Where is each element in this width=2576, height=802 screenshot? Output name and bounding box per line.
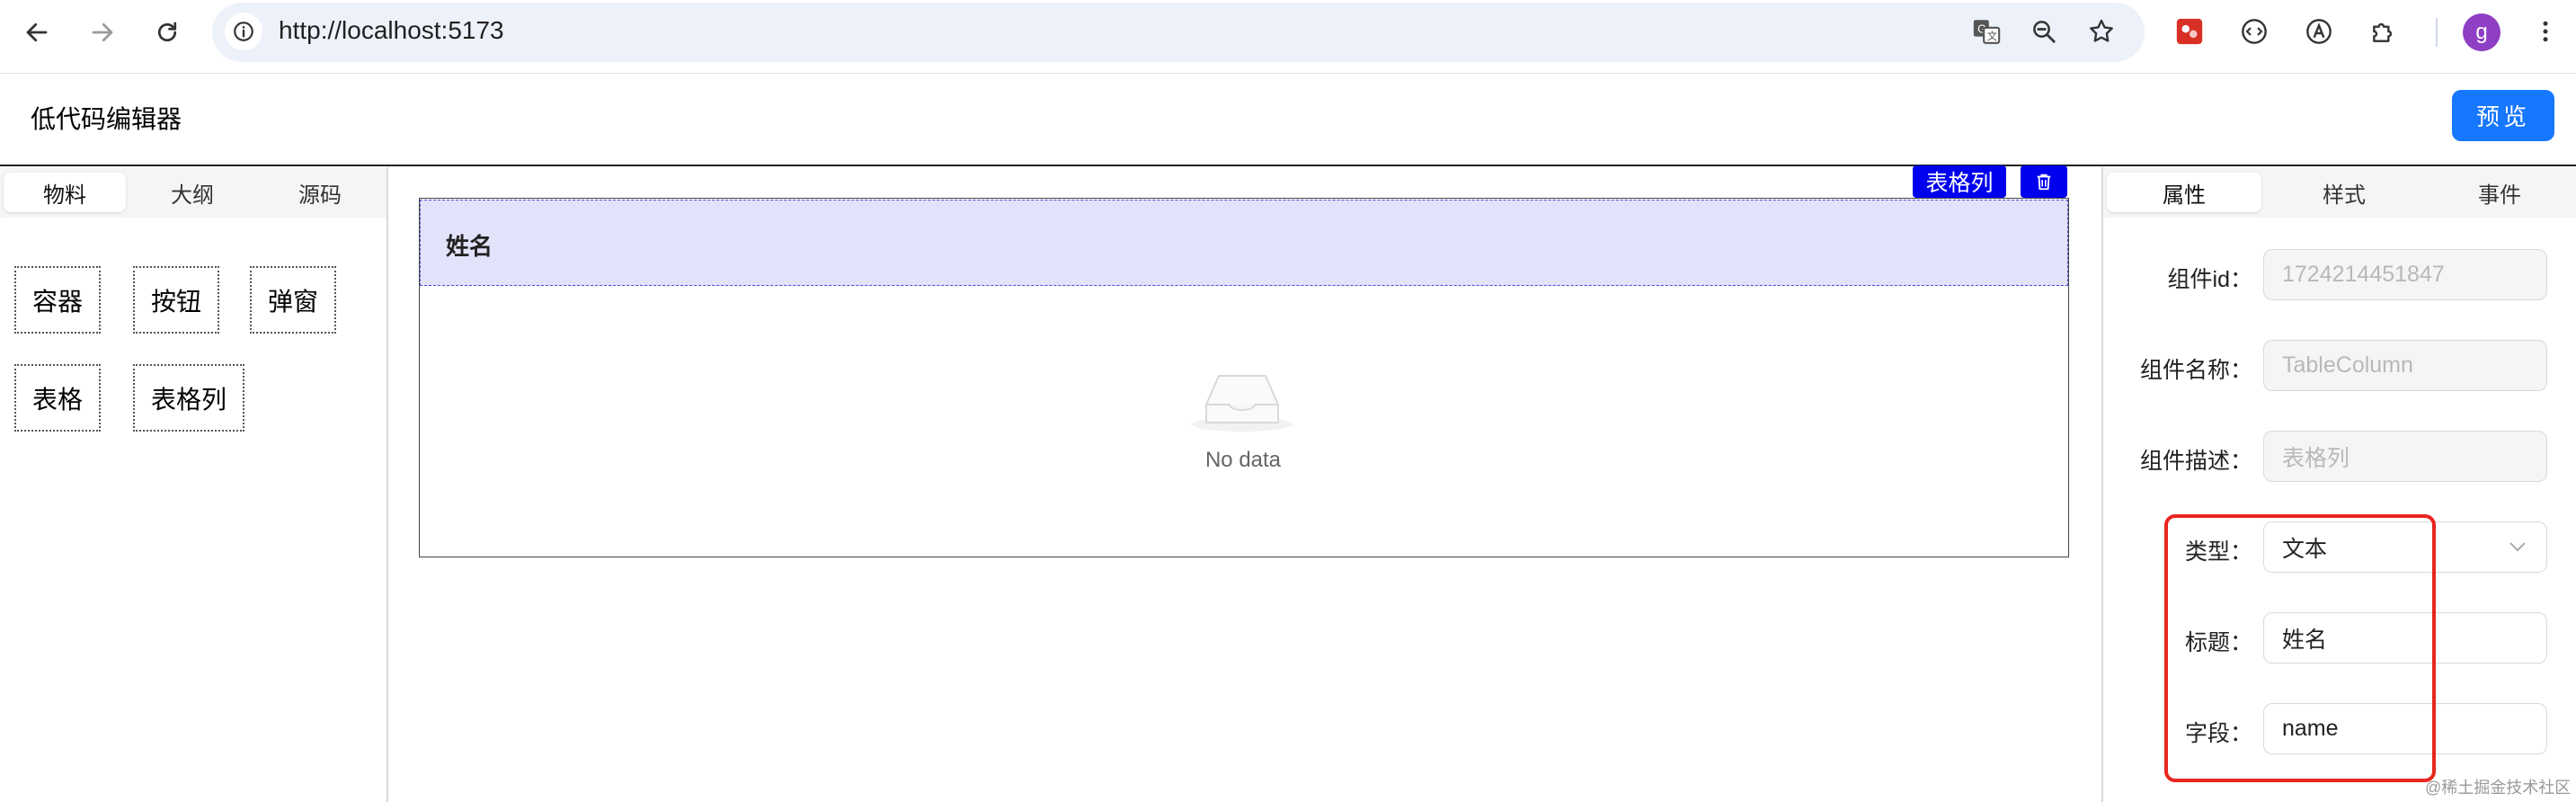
selected-component-label: 表格列 xyxy=(1913,165,2006,198)
component-container[interactable]: 容器 xyxy=(14,266,101,334)
component-id-input[interactable]: 1724214451847 xyxy=(2263,249,2547,300)
zoom-button[interactable] xyxy=(2021,8,2067,55)
extensions-button[interactable] xyxy=(2360,8,2407,55)
column-header-name[interactable]: 姓名 xyxy=(446,228,493,262)
extension-a-icon xyxy=(2306,19,2332,44)
extension-code-icon xyxy=(2242,19,2267,44)
component-desc-input[interactable]: 表格列 xyxy=(2263,431,2547,482)
table-header-selected[interactable] xyxy=(420,200,2068,286)
tab-source[interactable]: 源码 xyxy=(259,173,381,212)
component-modal[interactable]: 弹窗 xyxy=(250,266,336,334)
forward-arrow-icon xyxy=(92,22,113,42)
component-name-input[interactable]: TableColumn xyxy=(2263,340,2547,391)
component-button[interactable]: 按钮 xyxy=(133,266,219,334)
watermark: @稀土掘金技术社区 xyxy=(2425,779,2572,797)
puzzle-icon xyxy=(2373,22,2393,42)
reload-button[interactable] xyxy=(144,9,191,56)
trash-icon xyxy=(2037,174,2051,191)
field-label-name: 组件名称： xyxy=(2139,358,2252,383)
preview-button[interactable]: 预览 xyxy=(2452,90,2554,141)
empty-text: No data xyxy=(1204,448,1282,472)
field-label-id: 组件id： xyxy=(2167,267,2252,292)
zoom-icon xyxy=(2033,21,2056,43)
forward-button[interactable] xyxy=(79,9,126,56)
tab-styles[interactable]: 样式 xyxy=(2267,173,2421,212)
right-panel-divider[interactable] xyxy=(2101,167,2103,802)
extension-2-button[interactable] xyxy=(2231,8,2278,55)
tab-outline[interactable]: 大纲 xyxy=(131,173,253,212)
tab-properties[interactable]: 属性 xyxy=(2107,173,2261,212)
back-arrow-icon xyxy=(26,22,48,42)
toolbar-separator xyxy=(2436,18,2438,47)
component-table-column[interactable]: 表格列 xyxy=(133,364,244,432)
translate-icon: G文 xyxy=(1973,20,2001,44)
back-button[interactable] xyxy=(13,9,60,56)
field-label-desc: 组件描述： xyxy=(2139,449,2252,474)
profile-avatar[interactable]: g xyxy=(2463,13,2500,51)
extension-1-button[interactable] xyxy=(2166,8,2213,55)
site-info-icon xyxy=(234,22,253,41)
component-table[interactable]: 表格 xyxy=(14,364,101,432)
browser-menu-button[interactable] xyxy=(2522,8,2569,55)
empty-inbox-icon xyxy=(1192,375,1292,432)
tab-materials[interactable]: 物料 xyxy=(4,173,126,212)
extension-3-button[interactable] xyxy=(2296,8,2342,55)
app-title: 低代码编辑器 xyxy=(31,105,182,133)
bookmark-star-icon xyxy=(2090,19,2113,42)
delete-component-button[interactable] xyxy=(2021,165,2067,198)
url-text[interactable]: http://localhost:5173 xyxy=(279,16,504,45)
header-divider xyxy=(0,165,2576,166)
bookmark-button[interactable] xyxy=(2078,8,2125,55)
left-panel-divider[interactable] xyxy=(386,167,388,802)
tab-events[interactable]: 事件 xyxy=(2427,173,2572,212)
site-info-button[interactable] xyxy=(225,13,262,50)
reload-icon xyxy=(157,22,177,42)
chevron-down-icon xyxy=(2509,542,2526,552)
svg-text:文: 文 xyxy=(1987,30,1997,42)
annotation-highlight-box xyxy=(2164,514,2436,782)
extension-red-icon xyxy=(2176,18,2203,45)
menu-dots-icon xyxy=(2543,21,2548,42)
translate-button[interactable]: G文 xyxy=(1963,8,2010,55)
